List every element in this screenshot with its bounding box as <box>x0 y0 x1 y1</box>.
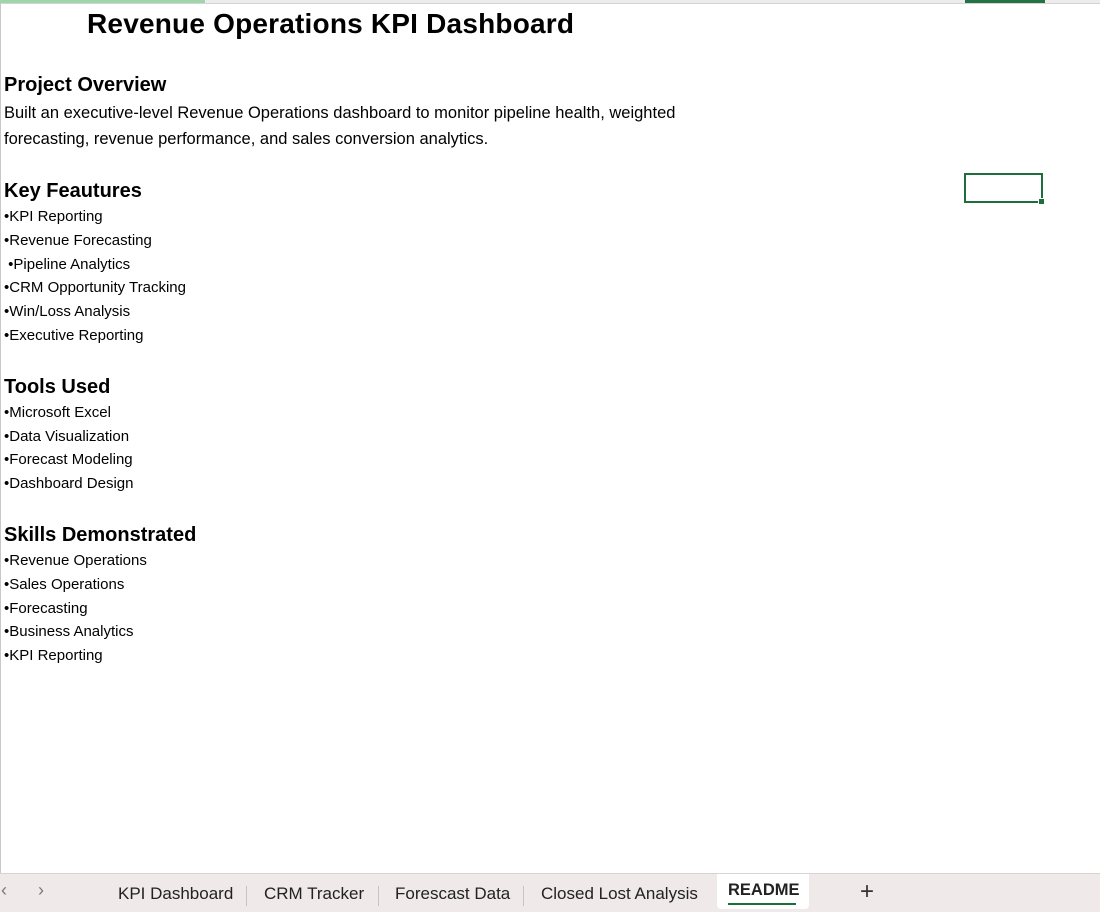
chevron-left-icon[interactable]: ‹ <box>1 880 7 901</box>
fill-handle[interactable] <box>1038 198 1045 205</box>
feature-item[interactable]: •Executive Reporting <box>4 327 144 344</box>
feature-item[interactable]: •CRM Opportunity Tracking <box>4 279 186 296</box>
feature-item[interactable]: •Pipeline Analytics <box>4 256 130 273</box>
tab-crm-tracker[interactable]: CRM Tracker <box>264 884 364 904</box>
skill-item[interactable]: •Sales Operations <box>4 576 124 593</box>
overview-line-2[interactable]: forecasting, revenue performance, and sa… <box>4 126 488 152</box>
skill-item[interactable]: •KPI Reporting <box>4 647 103 664</box>
tab-kpi-dashboard[interactable]: KPI Dashboard <box>118 884 233 904</box>
section-heading-project-overview[interactable]: Project Overview <box>4 74 166 97</box>
overview-line-1[interactable]: Built an executive-level Revenue Operati… <box>4 100 675 126</box>
section-heading-skills-demonstrated[interactable]: Skills Demonstrated <box>4 524 196 547</box>
page-title[interactable]: Revenue Operations KPI Dashboard <box>87 8 574 40</box>
worksheet-grid[interactable]: Revenue Operations KPI Dashboard Project… <box>0 4 1100 872</box>
section-heading-tools-used[interactable]: Tools Used <box>4 376 110 399</box>
sheet-tab-bar: ‹ › KPI Dashboard CRM Tracker Forescast … <box>0 873 1100 912</box>
tab-closed-lost-analysis[interactable]: Closed Lost Analysis <box>541 884 698 904</box>
feature-item[interactable]: •Win/Loss Analysis <box>4 303 130 320</box>
tab-readme-label[interactable]: README <box>728 881 800 900</box>
tab-forescast-data[interactable]: Forescast Data <box>395 884 510 904</box>
tool-item[interactable]: •Dashboard Design <box>4 475 134 492</box>
selected-column-indicator <box>965 0 1045 3</box>
active-tab-underline <box>728 903 796 905</box>
skill-item[interactable]: •Revenue Operations <box>4 552 147 569</box>
column-highlight <box>0 0 205 3</box>
tool-item[interactable]: •Data Visualization <box>4 428 129 445</box>
skill-item[interactable]: •Forecasting <box>4 600 88 617</box>
tab-separator <box>523 886 524 906</box>
tool-item[interactable]: •Microsoft Excel <box>4 404 111 421</box>
tool-item[interactable]: •Forecast Modeling <box>4 451 133 468</box>
skill-item[interactable]: •Business Analytics <box>4 623 133 640</box>
tab-separator <box>378 886 379 906</box>
feature-item[interactable]: •Revenue Forecasting <box>4 232 152 249</box>
section-heading-key-features[interactable]: Key Feautures <box>4 180 142 203</box>
tab-readme[interactable]: README <box>717 874 809 909</box>
tab-separator <box>246 886 247 906</box>
chevron-right-icon[interactable]: › <box>38 880 44 901</box>
add-sheet-plus-icon[interactable]: + <box>860 878 874 906</box>
active-cell-selection[interactable] <box>964 173 1045 205</box>
feature-item[interactable]: •KPI Reporting <box>4 208 103 225</box>
